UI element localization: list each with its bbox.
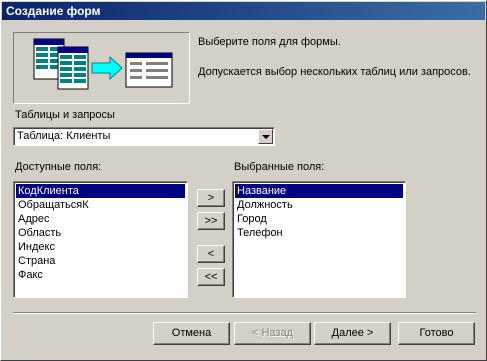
source-label: Таблицы и запросы — [15, 109, 115, 121]
list-item[interactable]: Название — [235, 184, 403, 198]
remove-field-button[interactable]: < — [197, 245, 225, 263]
selected-fields-list[interactable]: Название Должность Город Телефон — [232, 181, 406, 298]
list-item[interactable]: Индекс — [16, 240, 185, 254]
table-to-form-icon — [33, 38, 173, 90]
finish-button[interactable]: Готово — [398, 322, 475, 345]
list-item[interactable]: Область — [16, 226, 185, 240]
list-item[interactable]: Телефон — [235, 226, 403, 240]
list-item[interactable]: Факс — [16, 268, 185, 282]
list-item[interactable]: Адрес — [16, 212, 185, 226]
selected-label: Выбранные поля: — [234, 161, 325, 173]
available-fields-list[interactable]: КодКлиента ОбращатьсяК Адрес Область Индекс С… — [13, 181, 188, 298]
available-label: Доступные поля: — [15, 161, 102, 173]
form-wizard-dialog: Создание форм Выберите поля для формы. Д… — [0, 0, 487, 361]
intro-line-2: Допускается выбор нескольких таблиц или … — [198, 66, 471, 78]
source-combobox[interactable]: Таблица: Клиенты — [13, 127, 275, 146]
list-item[interactable]: Страна — [16, 254, 185, 268]
cancel-button[interactable]: Отмена — [153, 322, 230, 345]
list-item[interactable]: Город — [235, 212, 403, 226]
footer-separator — [13, 312, 476, 314]
list-item[interactable]: Должность — [235, 198, 403, 212]
next-button[interactable]: Далее > — [314, 322, 391, 345]
add-field-button[interactable]: > — [197, 189, 225, 207]
back-button[interactable]: < Назад — [234, 322, 311, 345]
wizard-illustration — [13, 32, 190, 104]
list-item[interactable]: КодКлиента — [16, 184, 185, 198]
list-item[interactable]: ОбращатьсяК — [16, 198, 185, 212]
title-bar: Создание форм — [2, 2, 485, 20]
window-title: Создание форм — [6, 4, 101, 18]
remove-all-fields-button[interactable]: << — [197, 268, 225, 286]
source-value: Таблица: Клиенты — [17, 130, 111, 142]
add-all-fields-button[interactable]: >> — [197, 212, 225, 230]
intro-line-1: Выберите поля для формы. — [198, 36, 341, 48]
chevron-down-icon[interactable] — [258, 129, 273, 144]
